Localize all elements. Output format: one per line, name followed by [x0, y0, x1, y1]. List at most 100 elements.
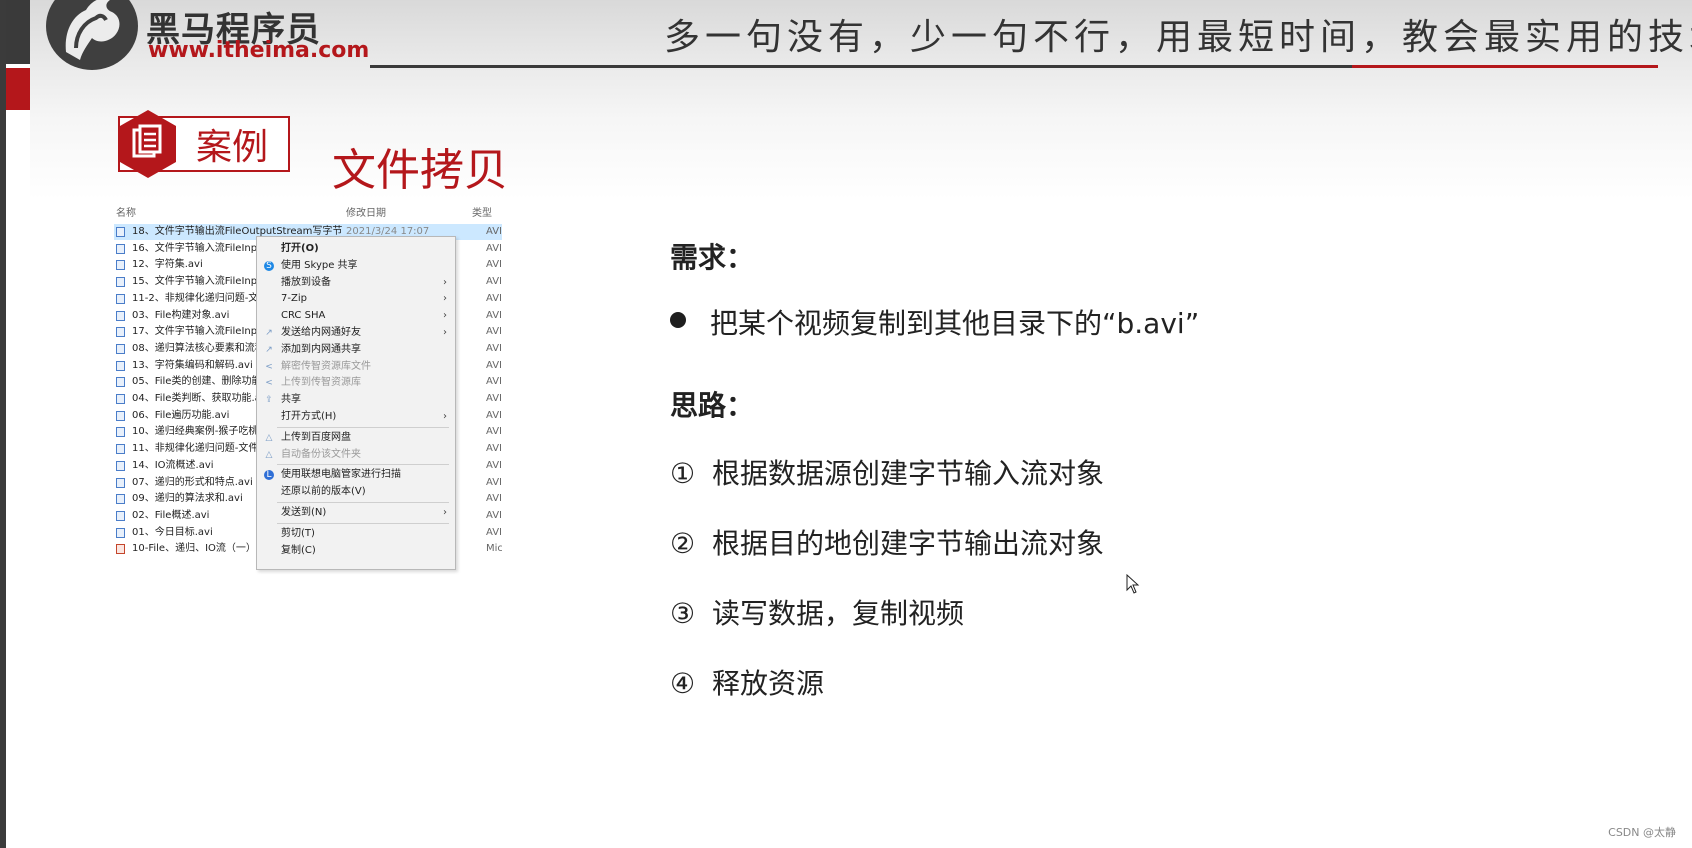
menu-item-icon: < [265, 378, 273, 389]
file-name: 08、递归算法核心要素和流程 [132, 342, 265, 354]
menu-separator [277, 426, 449, 428]
menu-item-label: 复制(C) [281, 544, 316, 556]
requirement-text: 把某个视频复制到其他目录下的“b.avi” [710, 307, 1200, 340]
file-type: AVI 文 [486, 259, 502, 271]
chevron-right-icon: › [443, 310, 447, 322]
menu-item-label: CRC SHA [281, 310, 326, 322]
context-menu-item[interactable]: 还原以前的版本(V) [257, 484, 455, 500]
chevron-right-icon: › [443, 411, 447, 422]
menu-item-icon: ⇪ [265, 395, 273, 406]
menu-item-label: 添加到内网通共享 [281, 343, 361, 355]
menu-item-icon: ↗ [265, 344, 273, 355]
video-file-icon [116, 260, 125, 271]
file-name: 17、文件字节输入流FileInpu [132, 326, 264, 338]
horse-logo-icon [46, 0, 138, 70]
file-name: 02、File概述.avi [132, 509, 210, 521]
idea-heading: 思路： [670, 389, 755, 422]
file-name: 04、File类判断、获取功能.av [132, 393, 267, 404]
context-menu-item[interactable]: 打开方式(H) › [257, 409, 455, 425]
menu-item-label: 发送给内网通好友 [281, 327, 361, 338]
video-file-icon [116, 494, 125, 505]
file-name: 06、File遍历功能.avi [132, 409, 230, 421]
context-menu-item[interactable]: S 使用 Skype 共享 [257, 258, 455, 274]
menu-item-label: 使用联想电脑管家进行扫描 [281, 469, 401, 481]
file-type: AVI 文 [486, 276, 502, 288]
menu-item-label: 使用 Skype 共享 [281, 259, 358, 271]
file-name: 13、字符集编码和解码.avi [132, 359, 253, 371]
video-file-icon [116, 477, 125, 488]
context-menu-item[interactable]: 剪切(T) [257, 526, 455, 542]
context-menu-item[interactable]: △ 上传到百度网盘 [257, 430, 455, 446]
menu-separator [277, 522, 449, 524]
context-menu-item[interactable]: ⇪ 共享 [257, 392, 455, 408]
video-file-icon [116, 427, 125, 438]
menu-item-icon: △ [265, 432, 273, 443]
file-type: AVI 文 [486, 376, 502, 388]
file-type: AVI 文 [486, 459, 502, 471]
file-type: AVI 文 [486, 476, 502, 488]
menu-item-icon: < [265, 361, 273, 372]
context-menu-item[interactable]: ↗ 添加到内网通共享 [257, 342, 455, 358]
file-name: 16、文件字节输入流FileInpu [132, 242, 264, 254]
context-menu: 打开(O) S 使用 Skype 共享 播放到设备 › 7-Zip › CRC SHA › ↗ 发送… [256, 236, 456, 570]
file-type: AVI 文 [486, 393, 502, 404]
file-name: 01、今日目标.avi [132, 526, 213, 538]
chevron-right-icon: › [443, 507, 447, 518]
file-type: AVI 文 [486, 443, 502, 455]
left-dark-block [6, 0, 30, 64]
video-file-icon [116, 394, 125, 404]
idea-step: ① 根据数据源创建字节输入流对象 [670, 452, 1104, 492]
file-name: 11、非规律化递归问题-文件 [132, 443, 259, 455]
left-red-block [6, 68, 30, 110]
column-date[interactable]: 修改日期 [346, 204, 386, 219]
video-file-icon [116, 277, 125, 288]
video-file-icon [116, 527, 125, 538]
menu-item-label: 打开(O) [281, 243, 319, 254]
file-type: Micros [486, 543, 502, 555]
video-file-icon [116, 510, 125, 521]
context-menu-item[interactable]: △ 自动备份该文件夹 [257, 447, 455, 463]
step-text: 读写数据，复制视频 [712, 597, 965, 630]
context-menu-item[interactable]: CRC SHA › [257, 308, 455, 324]
file-type: AVI 文 [486, 526, 502, 538]
context-menu-item[interactable]: < 解密传智资源库文件 [257, 359, 455, 375]
header-slogan: 多一句没有，少一句不行，用最短时间，教会最实用的技术！ [664, 17, 1692, 58]
context-menu-item[interactable]: 复制(C) [257, 543, 455, 559]
video-file-icon [116, 410, 125, 421]
left-edge-strip [0, 0, 6, 848]
step-text: 释放资源 [712, 667, 825, 700]
column-name[interactable]: 名称 [116, 204, 136, 219]
context-menu-item[interactable]: < 上传到传智资源库 [257, 375, 455, 391]
step-number: ② [670, 527, 696, 560]
watermark: CSDN @太静 [1608, 826, 1676, 839]
idea-step: ② 根据目的地创建字节输出流对象 [670, 522, 1104, 562]
menu-item-label: 解密传智资源库文件 [281, 360, 371, 372]
menu-item-label: 播放到设备 [281, 276, 331, 288]
file-name: 05、File类的创建、删除功能. [132, 376, 265, 388]
file-name: 10-File、递归、IO流（一）.p [132, 543, 266, 555]
video-file-icon [116, 360, 125, 371]
context-menu-item[interactable]: 发送到(N) › [257, 505, 455, 521]
step-text: 根据数据源创建字节输入流对象 [712, 457, 1105, 490]
file-name: 11-2、非规律化递归问题-文f [132, 292, 262, 304]
file-name: 10、递归经典案例-猴子吃桃/ [132, 426, 262, 438]
context-menu-item[interactable]: L 使用联想电脑管家进行扫描 [257, 467, 455, 483]
chevron-right-icon: › [443, 293, 447, 305]
context-menu-item[interactable]: 打开(O) [257, 241, 455, 257]
step-text: 根据目的地创建字节输出流对象 [712, 527, 1105, 560]
video-file-icon [116, 243, 125, 254]
video-file-icon [116, 343, 125, 354]
menu-item-icon: L [264, 470, 274, 481]
video-file-icon [116, 293, 125, 304]
video-file-icon [116, 310, 125, 321]
file-type: AVI 文 [486, 342, 502, 354]
menu-item-label: 还原以前的版本(V) [281, 486, 366, 498]
context-menu-item[interactable]: 7-Zip › [257, 291, 455, 307]
menu-item-icon: S [264, 260, 274, 271]
idea-step: ④ 释放资源 [670, 662, 824, 702]
column-type[interactable]: 类型 [472, 204, 492, 219]
context-menu-item[interactable]: ↗ 发送给内网通好友 › [257, 325, 455, 341]
video-file-icon [116, 377, 125, 388]
context-menu-item[interactable]: 播放到设备 › [257, 275, 455, 291]
file-type: AVI 文 [486, 359, 502, 371]
